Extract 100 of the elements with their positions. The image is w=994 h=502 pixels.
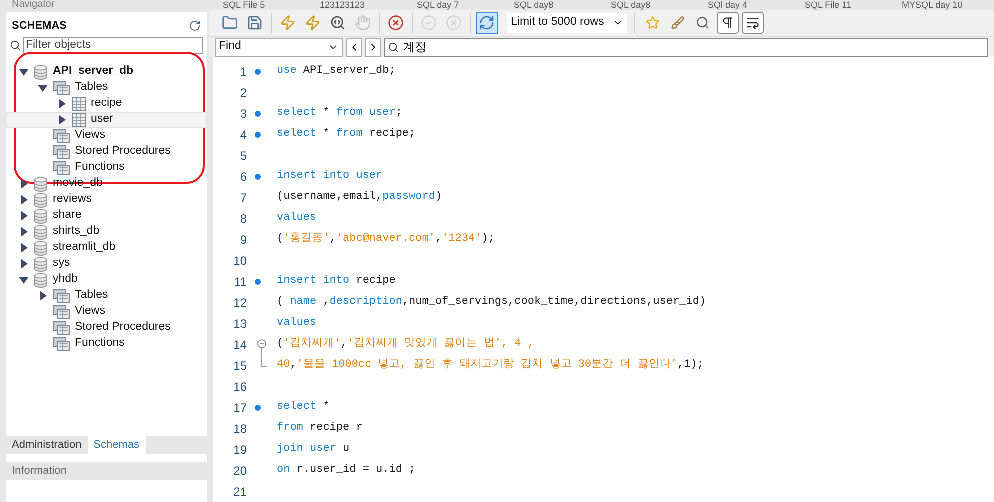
tree-item-label: user [91,112,114,128]
section-title: Information [12,464,68,479]
line-number: 14 [232,336,247,354]
folder-stack-icon [53,129,70,143]
previous-button[interactable] [346,38,362,57]
database-icon [34,256,48,272]
tree-item-label: reviews [53,192,92,208]
folder-stack-icon [53,321,70,335]
code-line: use API_server_db; [277,64,396,80]
tree-item[interactable]: Stored Procedures [6,144,207,160]
editor-tab[interactable]: SQL File 11 [791,0,888,10]
panel-tab[interactable]: Schemas [88,436,146,454]
tree-item-label: share [53,208,82,224]
code-line: ('김치찌개','김치찌개 맛있게 끓이는 법', 4 , [277,336,534,352]
tree-item[interactable]: reviews [6,192,207,208]
code-line: insert into user [277,169,383,184]
filter-field[interactable]: Filter objects [23,37,203,54]
expanded-arrow-icon[interactable] [19,275,29,285]
folder-stack-icon [53,81,70,95]
editor-tab[interactable]: SQL day 7 [403,0,500,10]
tree-item[interactable]: API_server_db [6,64,207,80]
find-mode-dropdown[interactable]: Find [215,38,343,57]
magnifier-icon [330,15,346,32]
tree-item-label: Functions [75,336,125,352]
code-line: insert into recipe [277,274,396,290]
collapsed-arrow-icon[interactable] [19,227,29,237]
line-number: 1 [239,64,247,80]
line-number: 8 [239,210,247,228]
tree-item[interactable]: recipe [6,96,207,112]
line-number: 4 [239,126,247,144]
line-number: 13 [232,316,247,332]
folder-stack-icon [53,337,70,351]
collapsed-arrow-icon[interactable] [19,179,29,189]
editor-tab[interactable]: SQL day8 [500,0,597,10]
tree-item[interactable]: Tables [6,80,207,96]
tree-item[interactable]: yhdb [6,272,207,288]
folder-icon [222,15,238,32]
line-number: 16 [232,378,247,396]
database-icon [34,176,48,192]
code-line: values [277,211,317,226]
tree-item-label: API_server_db [53,64,134,80]
code-line: select * from recipe; [277,127,416,142]
collapsed-arrow-icon[interactable] [57,99,67,109]
tree-item-label: Views [75,128,106,144]
folder-stack-icon [53,161,70,175]
pilcrow-button[interactable] [717,12,739,34]
wrap-button[interactable] [742,12,764,34]
database-icon [34,208,48,224]
tree-item[interactable]: share [6,208,207,224]
folder-stack-icon [53,305,70,319]
line-number: 21 [232,484,247,500]
next-button[interactable] [365,38,381,57]
tree-item[interactable]: streamlit_db [6,240,207,256]
table-icon [72,97,86,111]
panel-title: Navigator [12,0,55,10]
line-number: 18 [232,420,247,438]
collapsed-arrow-icon[interactable] [57,115,67,125]
editor-tab[interactable]: SQL File 5 [209,0,306,10]
collapsed-arrow-icon[interactable] [19,211,29,221]
find-field[interactable]: 계정 [384,38,988,57]
fold-marker-icon[interactable] [257,339,267,360]
code-line: 40,'물을 1000cc 넣고, 끓인 후 돼지고기랑 김치 넣고 30분간 더 끓인다',1); [277,358,704,374]
collapsed-arrow-icon[interactable] [19,243,29,253]
hand-icon [355,15,371,32]
tree-item[interactable]: Functions [6,160,207,176]
database-icon [34,272,48,288]
tree-item-label: streamlit_db [53,240,116,256]
expanded-arrow-icon[interactable] [19,67,29,77]
tree-item[interactable]: Tables [6,288,207,304]
tree-item-label: Functions [75,160,125,176]
editor-tab[interactable]: 123123123 [306,0,403,10]
tree-item[interactable]: Views [6,304,207,320]
tree-item[interactable]: sys [6,256,207,272]
star-icon [646,16,660,30]
editor-tab[interactable]: SQL day8 [597,0,694,10]
tree-item[interactable]: Views [6,128,207,144]
collapsed-arrow-icon[interactable] [19,259,29,269]
expanded-arrow-icon[interactable] [38,83,48,93]
collapsed-arrow-icon[interactable] [38,291,48,301]
panel-tab[interactable]: Administration [6,436,88,454]
tree-item[interactable]: Functions [6,336,207,352]
code-line: from recipe r [277,421,363,436]
editor-tab[interactable]: MYSQL day 10 [888,0,985,10]
line-number: 17 [232,400,247,416]
limit-dropdown[interactable]: Limit to 5000 rows [507,13,627,34]
collapsed-arrow-icon[interactable] [19,195,29,205]
tree-item[interactable]: user [6,112,207,128]
line-number: 15 [232,358,247,374]
line-number: 12 [232,294,247,312]
line-number: 7 [239,190,247,206]
search-icon [696,16,710,30]
code-line: on r.user_id = u.id ; [277,463,416,478]
editor-tab[interactable]: SQl day 4 [694,0,791,10]
tree-item-label: shirts_db [53,224,100,240]
refresh-icon[interactable] [189,20,201,32]
database-icon [34,192,48,208]
line-number: 6 [239,168,247,186]
database-icon [34,240,48,256]
tree-item[interactable]: shirts_db [6,224,207,240]
tree-item[interactable]: Stored Procedures [6,320,207,336]
